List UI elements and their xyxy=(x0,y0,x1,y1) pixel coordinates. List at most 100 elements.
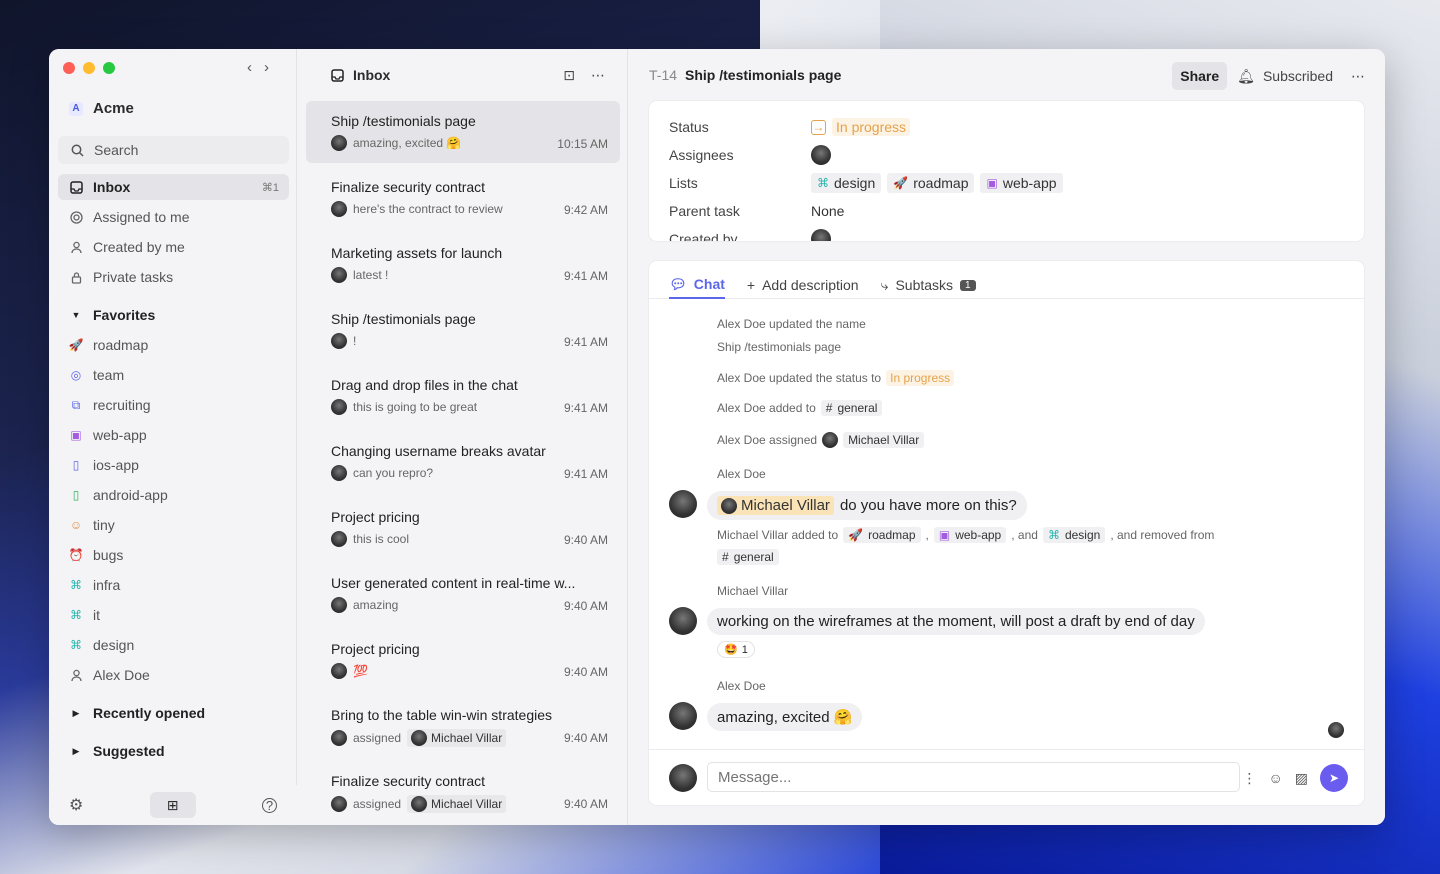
item-title: Project pricing xyxy=(331,509,420,525)
list-tag[interactable]: ▣ web-app xyxy=(980,173,1063,193)
sidebar-item-label: Assigned to me xyxy=(93,209,190,225)
chat-panel: 💬︎ Chat + Add description ⤷ Subtasks 1 Alex … xyxy=(649,261,1364,805)
emoji-icon[interactable]: ☺ xyxy=(1268,770,1282,786)
sidebar-item-tiny[interactable]: ☺ tiny xyxy=(58,512,289,538)
tab-chat[interactable]: 💬︎ Chat xyxy=(669,271,725,299)
inbox-title: Inbox xyxy=(353,67,391,83)
inbox-item[interactable]: Drag and drop files in the chat this is g… xyxy=(306,365,620,427)
help-icon[interactable]: ? xyxy=(262,797,277,813)
inbox-item[interactable]: Ship /testimonials page! 9:41 AM xyxy=(306,299,620,361)
tab-subtasks[interactable]: ⤷ Subtasks 1 xyxy=(881,271,976,299)
avatar xyxy=(331,730,347,746)
item-time: 9:41 AM xyxy=(563,401,608,415)
channel-tag[interactable]: # general xyxy=(717,549,779,565)
close-window-button[interactable] xyxy=(63,62,75,74)
back-arrow-icon[interactable]: ‹ xyxy=(247,59,252,76)
item-title: Finalize security contract xyxy=(331,179,486,195)
event-text: Ship /testimonials page xyxy=(717,340,842,354)
inbox-item[interactable]: Changing username breaks avatar can you r… xyxy=(306,431,620,493)
mention-name: Michael Villar xyxy=(431,731,503,745)
activity-event: Ship /testimonials page xyxy=(717,340,841,354)
item-time: 9:41 AM xyxy=(563,335,608,349)
list-tag[interactable]: 🚀 roadmap xyxy=(843,527,921,543)
avatar[interactable] xyxy=(811,145,831,165)
sidebar-item-it[interactable]: ⌘ it xyxy=(58,602,289,628)
sidebar-item-ios-app[interactable]: ▯ ios-app xyxy=(58,452,289,478)
inbox-item[interactable]: Project pricing 💯 9:40 AM xyxy=(306,629,620,691)
list-tag[interactable]: 🚀 roadmap xyxy=(887,173,975,193)
inbox-item[interactable]: User generated content in real-time w...… xyxy=(306,563,620,625)
suggested-header[interactable]: ▶ Suggested xyxy=(69,743,165,759)
minimize-window-button[interactable] xyxy=(83,62,95,74)
channel-tag[interactable]: # general xyxy=(820,400,883,416)
more-vertical-icon[interactable]: ⋮ xyxy=(1242,770,1256,787)
chat-message[interactable]: working on the wireframes at the moment,… xyxy=(707,608,1205,635)
status-value[interactable]: In progress xyxy=(832,118,911,136)
inbox-icon xyxy=(330,68,344,82)
sidebar-item-bugs[interactable]: ⏰ bugs xyxy=(58,542,289,568)
sidebar-item-private[interactable]: Private tasks xyxy=(58,264,289,290)
task-title[interactable]: Ship /testimonials page xyxy=(685,67,841,83)
image-icon[interactable]: ▨ xyxy=(1295,770,1308,787)
activity-event: Alex Doe assigned Michael Villar xyxy=(717,432,925,448)
event-text: Michael Villar added to xyxy=(717,528,839,542)
sidebar-item-label: Private tasks xyxy=(93,269,174,285)
subscribe-toggle[interactable]: 🔔︎ Subscribed xyxy=(1237,68,1333,85)
list-tag[interactable]: ⌘ design xyxy=(1042,527,1106,543)
item-preview: this is going to be great xyxy=(353,400,478,414)
forward-arrow-icon[interactable]: › xyxy=(264,59,269,76)
tag-label: web-app xyxy=(1002,175,1057,191)
separator: , xyxy=(925,528,929,542)
chat-message[interactable]: Michael Villar do you have more on this? xyxy=(707,491,1027,520)
sidebar-item-web-app[interactable]: ▣ web-app xyxy=(58,422,289,448)
sidebar-item-alex-doe[interactable]: Alex Doe xyxy=(58,662,289,688)
emoji-reaction[interactable]: 🤩 1 xyxy=(717,641,755,658)
sidebar-item-android-app[interactable]: ▯ android-app xyxy=(58,482,289,508)
list-tag[interactable]: ⌘ design xyxy=(811,173,882,193)
inbox-item[interactable]: Finalize security contract assigned Michae… xyxy=(306,761,620,823)
new-task-button[interactable]: ⊞ xyxy=(149,792,196,818)
user-mention[interactable]: Michael Villar xyxy=(717,496,834,515)
archive-icon[interactable]: ⊡ xyxy=(563,67,575,84)
more-icon[interactable]: ⋯ xyxy=(591,67,605,84)
recently-opened-header[interactable]: ▶ Recently opened xyxy=(69,705,206,721)
gear-icon[interactable]: ⚙ xyxy=(69,795,83,815)
sidebar-item-assigned[interactable]: Assigned to me xyxy=(58,204,289,230)
sidebar-item-inbox[interactable]: Inbox ⌘1 xyxy=(58,174,289,200)
sidebar-item-label: roadmap xyxy=(93,337,149,353)
sidebar-item-design[interactable]: ⌘ design xyxy=(58,632,289,658)
send-button[interactable]: ➤ xyxy=(1320,764,1348,792)
tag-label: general xyxy=(733,550,774,564)
workspace-switcher[interactable]: A Acme xyxy=(69,100,134,117)
sidebar-item-created[interactable]: Created by me xyxy=(58,234,289,260)
tag-label: design xyxy=(834,175,876,191)
inbox-item[interactable]: Bring to the table win-win strategies ass… xyxy=(306,695,620,757)
send-icon: ➤ xyxy=(1328,771,1340,785)
maximize-window-button[interactable] xyxy=(103,62,115,74)
sidebar-item-infra[interactable]: ⌘ infra xyxy=(58,572,289,598)
inbox-item[interactable]: Ship /testimonials page amazing, excited … xyxy=(306,101,620,163)
app-window: ‹ › A Acme Search Inbox ⌘1 Assigned to m… xyxy=(49,49,1385,825)
list-tag[interactable]: ▣ web-app xyxy=(933,527,1007,543)
chat-message[interactable]: amazing, excited 🤗 xyxy=(707,703,863,731)
search-button[interactable]: Search xyxy=(58,136,289,164)
sidebar-item-team[interactable]: ◎ team xyxy=(58,362,289,388)
message-input[interactable] xyxy=(707,762,1240,792)
parent-value[interactable]: None xyxy=(811,203,844,219)
avatar xyxy=(331,465,347,481)
item-preview: here's the contract to review xyxy=(353,202,503,216)
user-mention[interactable]: Michael Villar xyxy=(843,432,925,448)
tab-add-description[interactable]: + Add description xyxy=(747,271,859,299)
sidebar-item-roadmap[interactable]: 🚀 roadmap xyxy=(58,332,289,358)
tiny-icon: ☺ xyxy=(69,518,83,532)
inbox-item[interactable]: Marketing assets for launch latest ! 9:41 … xyxy=(306,233,620,295)
sidebar-item-recruiting[interactable]: ⧉ recruiting xyxy=(58,392,289,418)
inbox-item[interactable]: Project pricing this is cool 9:40 AM xyxy=(306,497,620,559)
grid-icon: ⌘ xyxy=(817,176,829,190)
more-icon[interactable]: ⋯ xyxy=(1351,68,1365,85)
caret-right-icon: ▶ xyxy=(72,745,80,756)
inbox-item[interactable]: Finalize security contract here's the con… xyxy=(306,167,620,229)
event-text: Alex Doe updated the name xyxy=(717,317,866,331)
share-button[interactable]: Share xyxy=(1172,62,1228,90)
favorites-header[interactable]: ▼ Favorites xyxy=(69,307,156,323)
